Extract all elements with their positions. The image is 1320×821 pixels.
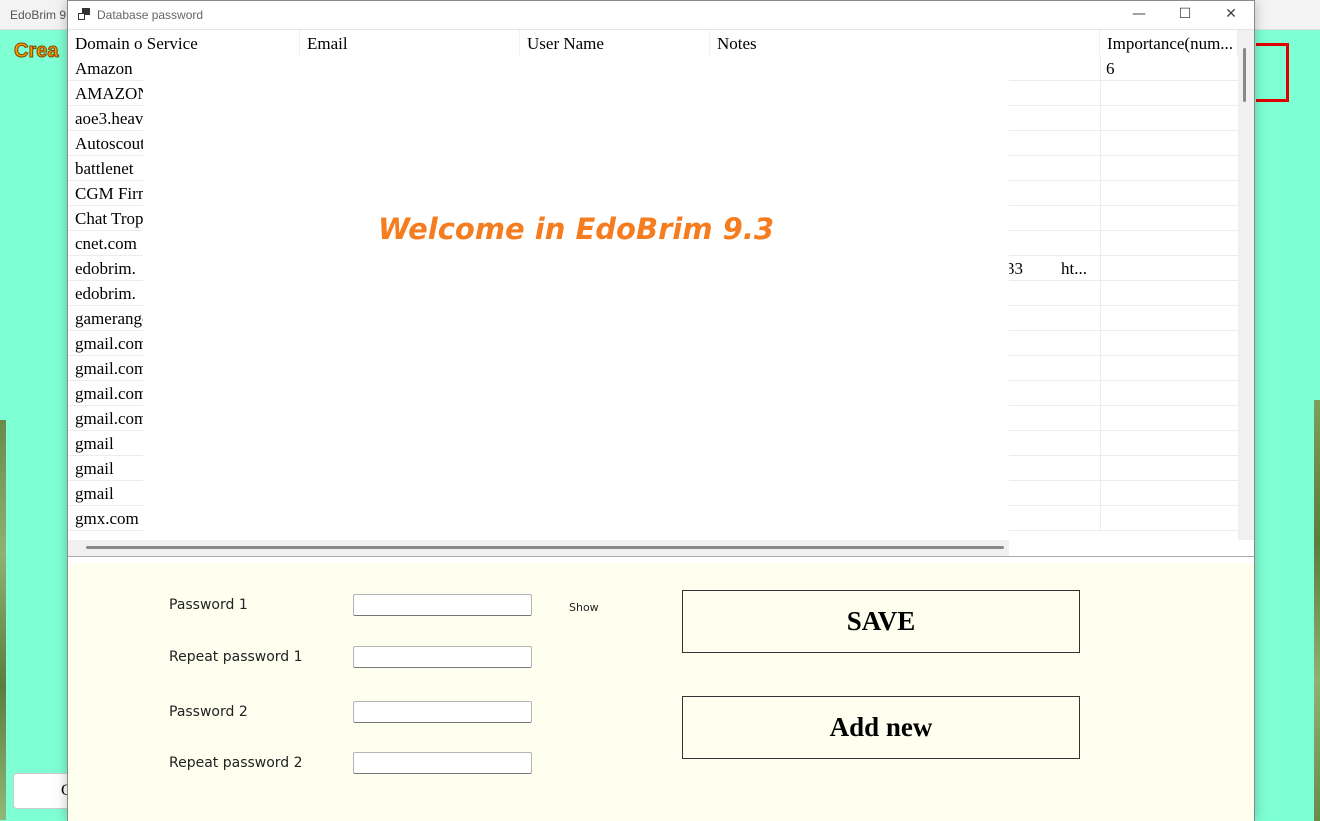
cell-importance — [1100, 456, 1238, 481]
repeat-password1-input[interactable] — [353, 646, 532, 668]
repeat-password2-label: Repeat password 2 — [169, 755, 303, 771]
dialog-titlebar[interactable]: Database password — ☐ ✕ — [68, 1, 1254, 30]
repeat-password2-input[interactable] — [353, 752, 532, 774]
database-password-dialog: Database password — ☐ ✕ Domain o Service… — [67, 0, 1255, 821]
cell-domain: gmail.com — [75, 409, 143, 428]
minimize-button[interactable]: — — [1116, 1, 1162, 30]
background-bottom-button[interactable]: C — [13, 773, 73, 809]
password-form: Password 1 Show Repeat password 1 Passwo… — [68, 563, 1254, 821]
close-icon: ✕ — [1225, 6, 1237, 22]
cell-importance — [1100, 431, 1238, 456]
cell-domain: AMAZON — [75, 84, 143, 103]
cell-domain: gmail.com — [75, 359, 143, 378]
scrollbar-corner — [1009, 540, 1254, 556]
cell-domain: gameranger — [75, 309, 143, 328]
cell-importance — [1100, 231, 1238, 256]
password1-label: Password 1 — [169, 597, 248, 613]
dialog-title: Database password — [97, 8, 204, 22]
create-heading: Crea — [13, 40, 59, 63]
cell-importance — [1100, 81, 1238, 106]
vertical-scrollbar[interactable] — [1238, 30, 1254, 540]
cell-importance — [1100, 106, 1238, 131]
cell-importance — [1100, 131, 1238, 156]
background-decoration-right — [1314, 400, 1320, 821]
cell-domain: gmail — [75, 484, 114, 503]
save-button[interactable]: SAVE — [682, 590, 1080, 653]
cell-domain: gmail — [75, 459, 114, 478]
password2-input[interactable] — [353, 701, 532, 723]
password1-input[interactable] — [353, 594, 532, 616]
cell-domain: aoe3.heaven — [75, 109, 143, 128]
cell-domain: CGM Firm — [75, 184, 143, 203]
password-table[interactable]: Domain o Service Email User Name Notes I… — [68, 30, 1254, 557]
repeat-password1-label: Repeat password 1 — [169, 649, 303, 665]
cell-domain: Autoscout — [75, 134, 143, 153]
welcome-splash: Welcome in EdoBrim 9.3 — [143, 57, 1009, 556]
table-header: Domain o Service Email User Name Notes I… — [68, 30, 1238, 56]
close-button[interactable]: ✕ — [1208, 1, 1254, 30]
cell-domain: edobrim. — [75, 284, 136, 303]
maximize-icon: ☐ — [1178, 6, 1192, 22]
cell-importance — [1100, 381, 1238, 406]
minimize-icon: — — [1132, 6, 1146, 22]
column-header-importance[interactable]: Importance(num... — [1100, 30, 1238, 56]
highlight-box — [1256, 43, 1289, 102]
welcome-text: Welcome in EdoBrim 9.3 — [377, 212, 775, 246]
column-header-email[interactable]: Email — [300, 30, 520, 56]
cell-domain: cnet.com — [75, 234, 137, 253]
background-decoration-left — [0, 420, 6, 820]
cell-domain: Amazon — [75, 59, 133, 78]
cell-importance — [1100, 356, 1238, 381]
cell-domain: gmx.com — [75, 509, 139, 528]
column-header-notes[interactable]: Notes — [710, 30, 1100, 56]
vertical-scroll-thumb[interactable] — [1243, 48, 1246, 102]
cell-importance: 6 — [1100, 56, 1238, 81]
add-new-button[interactable]: Add new — [682, 696, 1080, 759]
column-header-username[interactable]: User Name — [520, 30, 710, 56]
cell-notes-link: ht... — [1061, 259, 1087, 278]
column-header-domain[interactable]: Domain o Service — [68, 30, 300, 56]
show-password-toggle[interactable]: Show — [569, 601, 599, 614]
maximize-button[interactable]: ☐ — [1162, 1, 1208, 30]
horizontal-scroll-thumb[interactable] — [86, 546, 1004, 549]
cell-domain: gmail.com — [75, 384, 143, 403]
cell-importance — [1100, 206, 1238, 231]
main-window-title: EdoBrim 9. — [10, 8, 70, 22]
cell-importance — [1100, 331, 1238, 356]
cell-importance — [1100, 156, 1238, 181]
cell-importance — [1100, 481, 1238, 506]
cell-domain: gmail.com — [75, 334, 143, 353]
app-icon — [78, 8, 90, 20]
cell-domain: gmail — [75, 434, 114, 453]
cell-importance — [1100, 181, 1238, 206]
password2-label: Password 2 — [169, 704, 248, 720]
cell-domain: Chat Trop — [75, 209, 143, 228]
cell-importance — [1100, 406, 1238, 431]
cell-importance — [1100, 281, 1238, 306]
cell-domain: battlenet — [75, 159, 134, 178]
cell-importance — [1100, 506, 1238, 531]
cell-domain: edobrim. — [75, 259, 136, 278]
cell-importance — [1100, 306, 1238, 331]
cell-importance — [1100, 256, 1238, 281]
